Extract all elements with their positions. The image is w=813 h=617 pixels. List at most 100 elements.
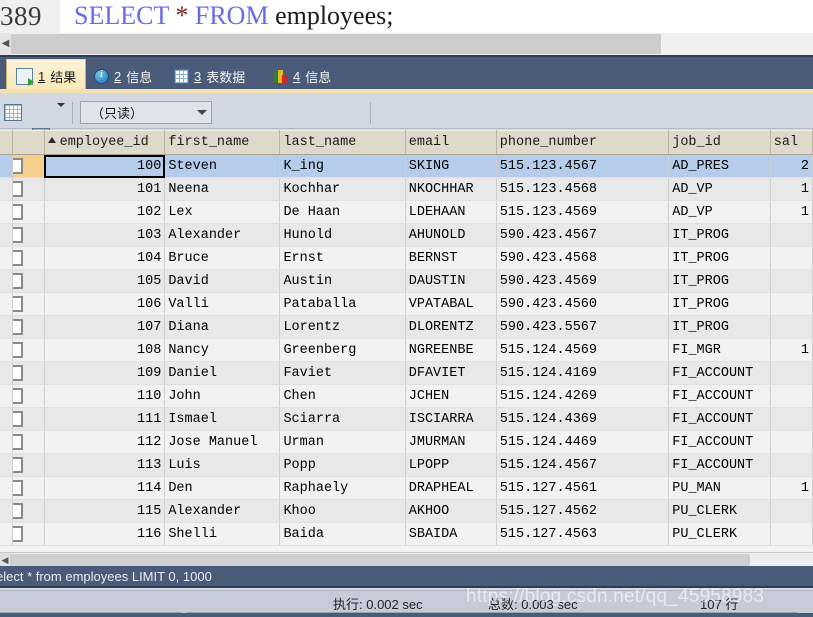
cell-phone_number[interactable]: 515.124.4469 — [496, 430, 670, 454]
cell-salary[interactable] — [770, 430, 813, 454]
row-checkbox[interactable] — [12, 342, 23, 358]
cell-email[interactable]: JMURMAN — [405, 430, 497, 454]
cell-employee_id[interactable]: 113 — [44, 453, 166, 477]
cell-employee_id[interactable]: 102 — [44, 200, 166, 224]
row-checkbox[interactable] — [12, 480, 23, 496]
cell-email[interactable]: DFAVIET — [405, 361, 497, 385]
column-header-job_id[interactable]: job_id — [668, 130, 771, 155]
cell-last_name[interactable]: Austin — [279, 269, 406, 293]
result-data-grid[interactable]: employee_id first_name last_name email phone… — [0, 130, 813, 555]
cell-first_name[interactable]: Daniel — [164, 361, 281, 385]
cell-first_name[interactable]: Jose Manuel — [164, 430, 281, 454]
cell-job_id[interactable]: FI_ACCOUNT — [668, 453, 771, 477]
cell-salary[interactable] — [770, 269, 813, 293]
cell-email[interactable]: AKHOO — [405, 499, 497, 523]
cell-last_name[interactable]: Raphaely — [279, 476, 406, 500]
row-checkbox[interactable] — [12, 181, 23, 197]
cell-job_id[interactable]: FI_ACCOUNT — [668, 407, 771, 431]
row-selector-cell[interactable] — [12, 269, 45, 293]
cell-first_name[interactable]: Diana — [164, 315, 281, 339]
column-header-email[interactable]: email — [405, 130, 497, 155]
cell-employee_id[interactable]: 104 — [44, 246, 166, 270]
cell-last_name[interactable]: Greenberg — [279, 338, 406, 362]
row-selector-cell[interactable] — [12, 430, 45, 454]
cell-job_id[interactable]: FI_ACCOUNT — [668, 384, 771, 408]
cell-last_name[interactable]: Faviet — [279, 361, 406, 385]
table-row[interactable]: 109 Daniel Faviet DFAVIET 515.124.4169 FI_ACC… — [0, 361, 813, 385]
cell-last_name[interactable]: Lorentz — [279, 315, 406, 339]
cell-employee_id[interactable]: 114 — [44, 476, 166, 500]
cell-employee_id[interactable]: 108 — [44, 338, 166, 362]
row-checkbox[interactable] — [12, 273, 23, 289]
cell-salary[interactable] — [770, 223, 813, 247]
grid-scrollbar-thumb[interactable] — [10, 554, 750, 566]
cell-email[interactable]: NGREENBE — [405, 338, 497, 362]
cell-employee_id[interactable]: 103 — [44, 223, 166, 247]
cell-first_name[interactable]: Ismael — [164, 407, 281, 431]
cell-job_id[interactable]: FI_MGR — [668, 338, 771, 362]
cell-phone_number[interactable]: 515.124.4567 — [496, 453, 670, 477]
row-selector-cell[interactable] — [12, 522, 45, 546]
cell-employee_id[interactable]: 115 — [44, 499, 166, 523]
cell-email[interactable]: LPOPP — [405, 453, 497, 477]
row-checkbox[interactable] — [12, 158, 23, 174]
cell-employee_id[interactable]: 106 — [44, 292, 166, 316]
table-row[interactable]: 102 Lex De Haan LDEHAAN 515.123.4569 AD_VP 1 — [0, 200, 813, 224]
grid-horizontal-scrollbar[interactable]: ◀ — [0, 552, 813, 567]
row-selector-cell[interactable] — [12, 407, 45, 431]
row-checkbox[interactable] — [12, 388, 23, 404]
tab-table-data[interactable]: 3 表数据 — [165, 59, 254, 93]
cell-first_name[interactable]: Shelli — [164, 522, 281, 546]
cell-last_name[interactable]: Sciarra — [279, 407, 406, 431]
table-row[interactable]: 101 Neena Kochhar NKOCHHAR 515.123.4568 AD_VP… — [0, 177, 813, 201]
cell-first_name[interactable]: Bruce — [164, 246, 281, 270]
table-row[interactable]: 105 David Austin DAUSTIN 590.423.4569 IT_PROG — [0, 269, 813, 293]
cell-phone_number[interactable]: 590.423.4568 — [496, 246, 670, 270]
cell-job_id[interactable]: IT_PROG — [668, 315, 771, 339]
export-dropdown-arrow[interactable] — [57, 103, 65, 131]
cell-first_name[interactable]: Alexander — [164, 499, 281, 523]
cell-salary[interactable]: 2 — [770, 154, 813, 178]
row-selector-cell[interactable] — [12, 200, 45, 224]
cell-phone_number[interactable]: 515.123.4568 — [496, 177, 670, 201]
row-checkbox[interactable] — [12, 296, 23, 312]
cell-phone_number[interactable]: 515.124.4569 — [496, 338, 670, 362]
row-checkbox[interactable] — [12, 457, 23, 473]
tab-info-1[interactable]: 2 信息 — [85, 59, 161, 93]
cell-email[interactable]: AHUNOLD — [405, 223, 497, 247]
row-selector-cell[interactable] — [12, 361, 45, 385]
table-row[interactable]: 110 John Chen JCHEN 515.124.4269 FI_ACCOUNT — [0, 384, 813, 408]
cell-employee_id[interactable]: 105 — [44, 269, 166, 293]
cell-salary[interactable] — [770, 499, 813, 523]
row-selector-cell[interactable] — [12, 338, 45, 362]
grid-view-toggle-button[interactable] — [2, 101, 26, 125]
cell-first_name[interactable]: Neena — [164, 177, 281, 201]
cell-job_id[interactable]: IT_PROG — [668, 246, 771, 270]
cell-salary[interactable]: 1 — [770, 338, 813, 362]
cell-email[interactable]: ISCIARRA — [405, 407, 497, 431]
table-row[interactable]: 107 Diana Lorentz DLORENTZ 590.423.5567 IT_PR… — [0, 315, 813, 339]
row-checkbox[interactable] — [12, 365, 23, 381]
cell-email[interactable]: DLORENTZ — [405, 315, 497, 339]
cell-last_name[interactable]: Khoo — [279, 499, 406, 523]
cell-salary[interactable] — [770, 361, 813, 385]
row-selector-cell[interactable] — [12, 292, 45, 316]
cell-email[interactable]: BERNST — [405, 246, 497, 270]
cell-email[interactable]: VPATABAL — [405, 292, 497, 316]
cell-last_name[interactable]: Chen — [279, 384, 406, 408]
cell-employee_id[interactable]: 100 — [44, 154, 166, 178]
sql-statement[interactable]: SELECT * FROM employees; — [74, 1, 393, 31]
tab-result[interactable]: 1 结果 — [6, 59, 87, 93]
cell-email[interactable]: SKING — [405, 154, 497, 178]
column-header-first_name[interactable]: first_name — [164, 130, 281, 155]
cell-phone_number[interactable]: 590.423.4567 — [496, 223, 670, 247]
row-selector-cell[interactable] — [12, 453, 45, 477]
cell-job_id[interactable]: PU_MAN — [668, 476, 771, 500]
cell-salary[interactable] — [770, 315, 813, 339]
table-row[interactable]: 113 Luis Popp LPOPP 515.124.4567 FI_ACCOUNT — [0, 453, 813, 477]
cell-job_id[interactable]: PU_CLERK — [668, 522, 771, 546]
cell-employee_id[interactable]: 107 — [44, 315, 166, 339]
cell-phone_number[interactable]: 515.124.4369 — [496, 407, 670, 431]
grid-scroll-left-arrow-icon[interactable]: ◀ — [0, 553, 10, 567]
column-header-employee_id[interactable]: employee_id — [44, 130, 166, 155]
